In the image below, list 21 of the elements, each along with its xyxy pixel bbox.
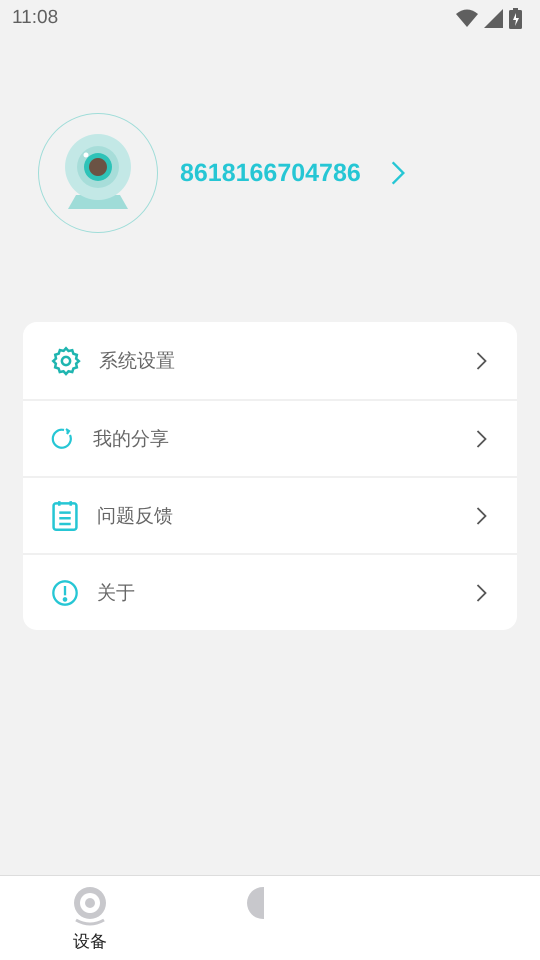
battery-icon xyxy=(509,8,522,28)
nav-tab[interactable]: 设备 xyxy=(0,876,180,960)
chevron-icon xyxy=(476,506,487,524)
signal-icon xyxy=(484,8,503,28)
refresh-icon xyxy=(51,426,75,450)
account-number: 8618166704786 xyxy=(180,158,361,188)
menu-item[interactable]: 关于 xyxy=(23,553,517,630)
status-time: 11:08 xyxy=(12,7,58,29)
chevron-icon xyxy=(476,584,487,602)
chevron-icon xyxy=(476,430,487,448)
wifi-icon xyxy=(456,8,478,28)
menu-item[interactable]: 我的分享 xyxy=(23,399,517,476)
gear-icon xyxy=(51,346,81,376)
menu-item[interactable]: 问题反馈 xyxy=(23,476,517,553)
menu-item[interactable]: 系统设置 xyxy=(23,322,517,399)
info-icon xyxy=(51,578,79,606)
chevron-icon xyxy=(390,161,405,185)
notepad-icon xyxy=(51,500,79,532)
chevron-icon xyxy=(476,352,487,370)
profile-chevron-button[interactable] xyxy=(390,161,405,185)
webcam-icon xyxy=(71,886,109,926)
